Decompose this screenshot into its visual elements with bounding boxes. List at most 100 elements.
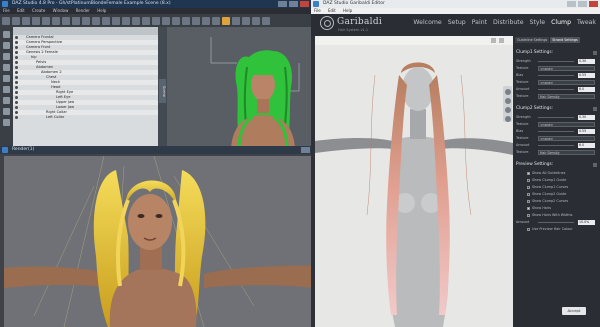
viewport-expand-icon[interactable] — [499, 38, 504, 43]
nav-setup[interactable]: Setup — [448, 19, 466, 26]
viewport-option-icon[interactable] — [491, 38, 496, 43]
texture-dropdown[interactable]: <none> — [538, 136, 595, 141]
tool-b-icon[interactable] — [3, 42, 10, 49]
checkbox-icon[interactable] — [527, 193, 530, 196]
select-tool-icon[interactable] — [52, 16, 60, 25]
use-preview-colour-checkbox[interactable]: Use Preview Hair Colour — [527, 227, 597, 232]
tool-h-icon[interactable] — [3, 108, 10, 115]
viewport-layout-icon[interactable] — [262, 16, 270, 25]
checkbox-icon[interactable] — [527, 228, 530, 231]
save-icon[interactable] — [22, 16, 30, 25]
preview-checkbox[interactable]: Show Clump2 Curves — [527, 199, 597, 204]
preview-checkbox[interactable]: Show Clump2 Guide — [527, 192, 597, 197]
checkbox-icon[interactable] — [527, 186, 530, 189]
menu-edit[interactable]: Edit — [17, 8, 25, 13]
preview-amount-slider[interactable] — [538, 222, 574, 223]
redo-icon[interactable] — [42, 16, 50, 25]
setting-slider[interactable] — [538, 131, 574, 132]
setting-value-field[interactable]: 0.30 — [578, 59, 595, 64]
node-tool-icon[interactable] — [122, 16, 130, 25]
visibility-eye-icon[interactable] — [15, 86, 18, 89]
visibility-eye-icon[interactable] — [15, 71, 18, 74]
aux-view-icon[interactable] — [242, 16, 250, 25]
setting-slider[interactable] — [538, 75, 574, 76]
preview-checkbox[interactable]: Show All Guidelines — [527, 171, 597, 176]
transform-tool-icon[interactable] — [182, 16, 190, 25]
view-navigation-widget[interactable] — [503, 86, 512, 122]
visibility-eye-icon[interactable] — [15, 46, 18, 49]
scale-tool-icon[interactable] — [82, 16, 90, 25]
tool-g-icon[interactable] — [3, 97, 10, 104]
camera-tool-icon[interactable] — [92, 16, 100, 25]
preview-checkbox[interactable]: Show Clump1 Guide — [527, 178, 597, 183]
pan-icon[interactable] — [504, 98, 511, 104]
surface-tool-icon[interactable] — [132, 16, 140, 25]
checkbox-icon[interactable] — [527, 214, 530, 217]
active-tool-icon[interactable] — [222, 16, 230, 25]
garibaldi-maximize-button[interactable] — [578, 1, 587, 7]
visibility-eye-icon[interactable] — [15, 81, 18, 84]
texture-dropdown[interactable]: <none> — [538, 122, 595, 127]
preview-amount-value[interactable]: 10.0% — [578, 220, 595, 225]
visibility-eye-icon[interactable] — [15, 106, 18, 109]
texture-dropdown[interactable]: <none> — [538, 80, 595, 85]
visibility-eye-icon[interactable] — [15, 61, 18, 64]
g-menu-help[interactable]: Help — [343, 8, 352, 13]
visibility-eye-icon[interactable] — [15, 66, 18, 69]
tool-c-icon[interactable] — [3, 53, 10, 60]
visibility-eye-icon[interactable] — [15, 36, 18, 39]
frame-icon[interactable] — [504, 116, 511, 122]
garibaldi-minimize-button[interactable] — [567, 1, 576, 7]
new-icon[interactable] — [2, 16, 10, 25]
nav-style[interactable]: Style — [530, 19, 546, 26]
joint-tool-icon[interactable] — [142, 16, 150, 25]
clump1-collapse-icon[interactable] — [593, 51, 597, 55]
spot-render-icon[interactable] — [152, 16, 160, 25]
tool-a-icon[interactable] — [3, 31, 10, 38]
tool-i-icon[interactable] — [3, 119, 10, 126]
minimize-button[interactable] — [278, 1, 287, 7]
zoom-icon[interactable] — [504, 107, 511, 113]
setting-slider[interactable] — [538, 145, 574, 146]
visibility-eye-icon[interactable] — [15, 41, 18, 44]
menu-file[interactable]: File — [3, 8, 10, 13]
checkbox-icon[interactable] — [527, 200, 530, 203]
render-minimize-button[interactable] — [301, 147, 310, 153]
menu-window[interactable]: Window — [53, 8, 69, 13]
checkbox-icon[interactable] — [527, 179, 530, 182]
nav-tweak[interactable]: Tweak — [577, 19, 596, 26]
tool-d-icon[interactable] — [3, 64, 10, 71]
nav-welcome[interactable]: Welcome — [413, 19, 441, 26]
texture-dropdown[interactable]: Hair Density — [538, 150, 595, 155]
accept-button[interactable]: Accept — [562, 307, 586, 315]
tab-guideline-settings[interactable]: Guideline Settings — [515, 37, 550, 43]
nav-clump[interactable]: Clump — [551, 19, 571, 26]
visibility-eye-icon[interactable] — [15, 76, 18, 79]
g-menu-file[interactable]: File — [314, 8, 321, 13]
preview-checkbox[interactable]: Show Clump1 Curves — [527, 185, 597, 190]
geometry-editor-icon[interactable] — [202, 16, 210, 25]
render-settings-icon[interactable] — [172, 16, 180, 25]
garibaldi-close-button[interactable] — [589, 1, 598, 7]
visibility-eye-icon[interactable] — [15, 101, 18, 104]
visibility-eye-icon[interactable] — [15, 96, 18, 99]
texture-dropdown[interactable]: Hair Density — [538, 94, 595, 99]
visibility-eye-icon[interactable] — [15, 51, 18, 54]
translate-tool-icon[interactable] — [72, 16, 80, 25]
scene-pane-tabs[interactable] — [13, 27, 158, 35]
nav-paint[interactable]: Paint — [472, 19, 487, 26]
pin-tool-icon[interactable] — [232, 16, 240, 25]
orbit-icon[interactable] — [504, 89, 511, 95]
tool-e-icon[interactable] — [3, 75, 10, 82]
undo-icon[interactable] — [32, 16, 40, 25]
setting-value-field[interactable]: 0.30 — [578, 115, 595, 120]
setting-value-field[interactable]: 0.55 — [578, 73, 595, 78]
visibility-eye-icon[interactable] — [15, 111, 18, 114]
setting-slider[interactable] — [538, 117, 574, 118]
setting-value-field[interactable]: 6.0 — [578, 87, 595, 92]
perspective-icon[interactable] — [252, 16, 260, 25]
close-button[interactable] — [300, 1, 309, 7]
setting-value-field[interactable]: 6.0 — [578, 143, 595, 148]
nav-distribute[interactable]: Distribute — [493, 19, 523, 26]
visibility-eye-icon[interactable] — [15, 56, 18, 59]
